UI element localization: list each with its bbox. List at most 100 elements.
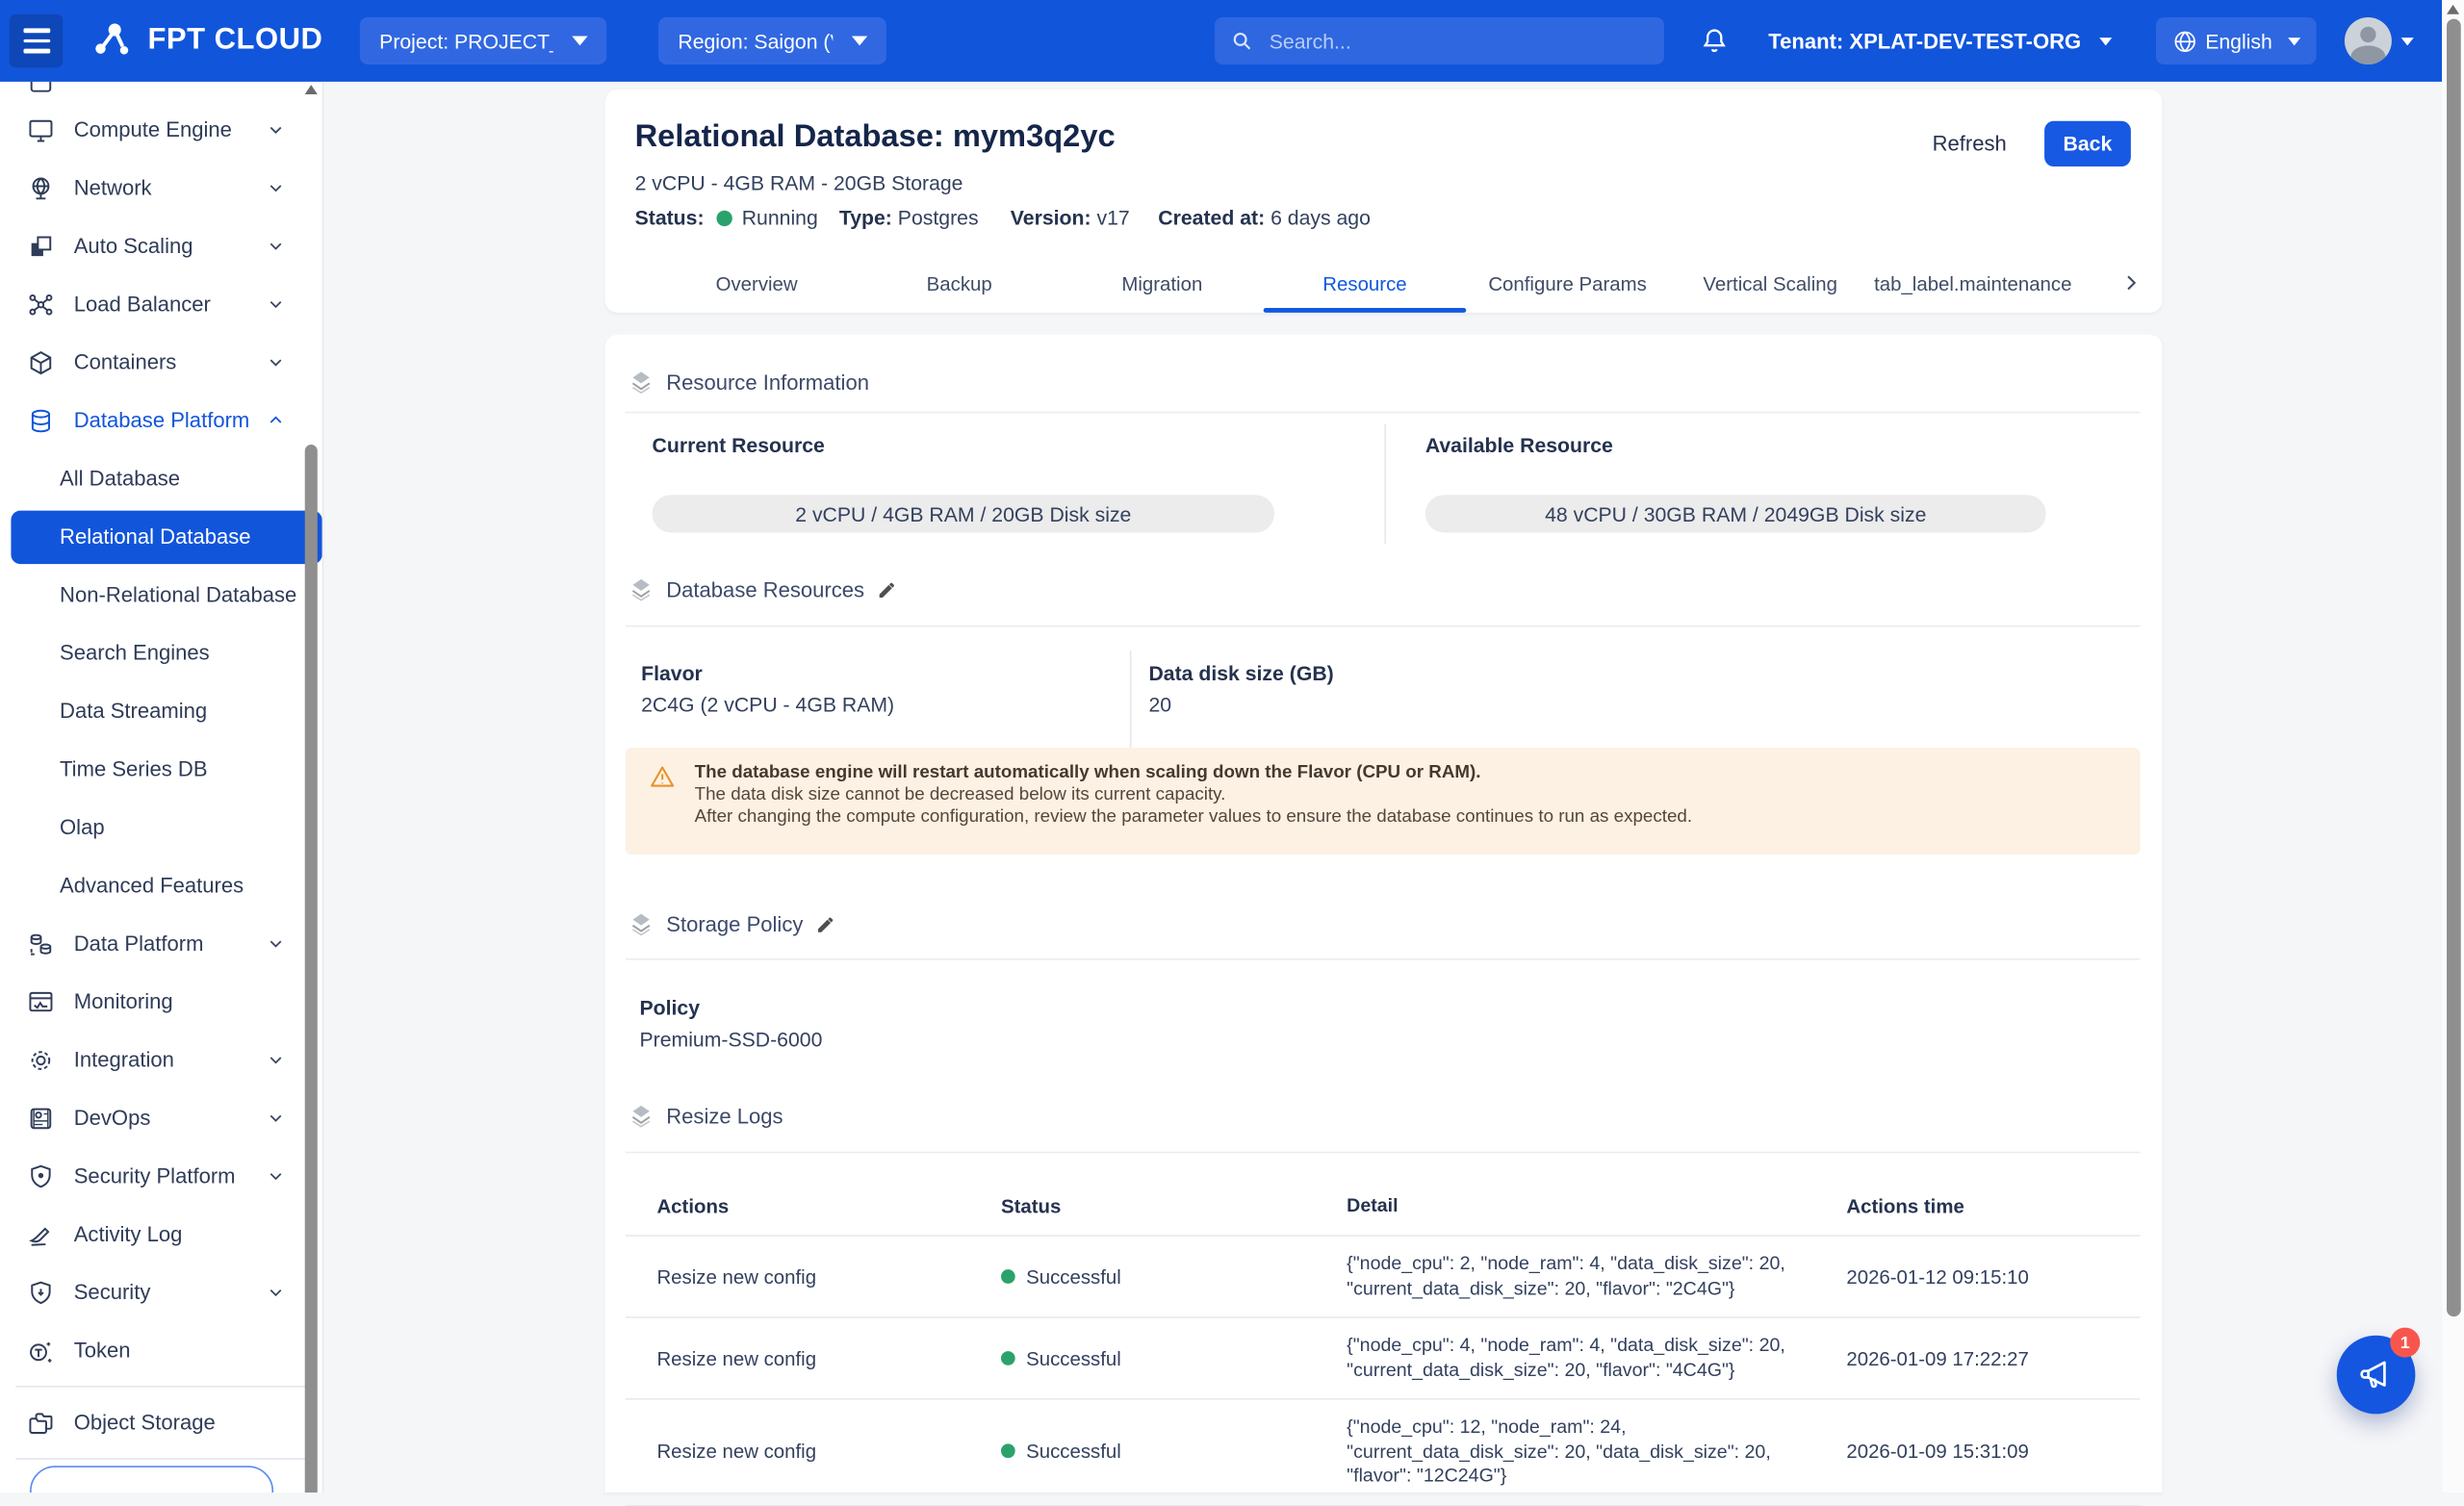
activity-log-pen-icon	[27, 1220, 55, 1248]
cell-status: Successful	[969, 1347, 1315, 1369]
sidebar-item-integration[interactable]: Integration	[0, 1031, 322, 1088]
sidebar-item-relational-database[interactable]: Relational Database	[0, 507, 322, 565]
resize-logs-table: Actions Status Detail Actions time Resiz…	[626, 1177, 2141, 1506]
sidebar-item-label: Network	[74, 176, 152, 199]
containers-box-icon	[27, 348, 55, 376]
chevron-down-icon	[268, 1110, 285, 1127]
status-dot	[1001, 1444, 1015, 1459]
megaphone-icon	[2355, 1354, 2396, 1394]
page-scrollbar[interactable]	[2442, 0, 2464, 1493]
disk-size-label: Data disk size (GB)	[1148, 661, 1333, 684]
sidebar-item-database-platform[interactable]: Database Platform	[0, 392, 322, 449]
sidebar-scrollbar-thumb[interactable]	[305, 445, 318, 1493]
language-dropdown-value: English	[2205, 29, 2272, 52]
announcements-fab[interactable]: 1	[2337, 1336, 2416, 1415]
cell-action: Resize new config	[626, 1265, 970, 1288]
shield-arrow-icon	[27, 1278, 55, 1306]
database-resources-heading: Database Resources	[629, 576, 897, 601]
tab-configure-params[interactable]: Configure Params	[1466, 256, 1669, 313]
back-button[interactable]: Back	[2044, 121, 2131, 166]
layers-icon	[629, 576, 654, 601]
refresh-button[interactable]: Refresh	[1933, 132, 2007, 155]
sidebar-item-all-database[interactable]: All Database	[0, 449, 322, 507]
tab-vertical-scaling[interactable]: Vertical Scaling	[1669, 256, 1872, 313]
sidebar-item-containers[interactable]: Containers	[0, 333, 322, 391]
auto-scaling-icon	[27, 232, 55, 260]
sidebar-item-label: Database Platform	[74, 408, 250, 431]
brand-logo[interactable]: FPT CLOUD	[88, 17, 322, 64]
sidebar-item-activity-log[interactable]: Activity Log	[0, 1205, 322, 1263]
chevron-down-icon	[268, 295, 285, 313]
tab-backup[interactable]: Backup	[858, 256, 1061, 313]
user-menu[interactable]	[2345, 17, 2414, 64]
search-input[interactable]	[1267, 28, 1650, 55]
project-dropdown[interactable]: Project: PROJECT_XPL...	[361, 17, 607, 64]
available-resource-value: 48 vCPU / 30GB RAM / 2049GB Disk size	[1425, 495, 2046, 532]
tab-resource[interactable]: Resource	[1264, 256, 1467, 313]
sidebar-item-devops[interactable]: DevOps	[0, 1088, 322, 1146]
section-title: Resize Logs	[666, 1104, 783, 1127]
avatar	[2345, 17, 2392, 64]
sidebar-item-security-platform[interactable]: Security Platform	[0, 1147, 322, 1205]
policy-label: Policy	[639, 996, 822, 1019]
sidebar-item-advanced-features[interactable]: Advanced Features	[0, 856, 322, 914]
chevron-down-icon	[573, 37, 588, 46]
storage-policy-heading: Storage Policy	[629, 911, 836, 936]
layers-icon	[629, 1103, 654, 1128]
sidebar-bottom-button[interactable]	[30, 1466, 273, 1493]
flavor-block: Flavor 2C4G (2 vCPU - 4GB RAM)	[641, 661, 894, 716]
region-dropdown[interactable]: Region: Saigon (Vietn...	[659, 17, 887, 64]
table-row: Resize new config Successful {"node_cpu"…	[626, 1237, 2141, 1318]
cell-status: Successful	[969, 1442, 1315, 1464]
scroll-up-arrow-icon[interactable]	[2447, 5, 2459, 14]
meta-row: Status:Running Type: Postgres Version: v…	[635, 206, 1371, 229]
sidebar-item-data-streaming[interactable]: Data Streaming	[0, 682, 322, 740]
chevron-up-icon	[268, 412, 285, 429]
resource-content-card: Resource Information Current Resource 2 …	[605, 335, 2163, 1493]
section-divider	[626, 625, 2141, 627]
sidebar-item-load-balancer[interactable]: Load Balancer	[0, 275, 322, 333]
edit-pencil-icon[interactable]	[815, 913, 835, 933]
scroll-up-arrow-icon[interactable]	[305, 85, 318, 94]
sidebar-item-security[interactable]: Security	[0, 1264, 322, 1321]
notification-bell-icon[interactable]	[1699, 23, 1731, 58]
sidebar-item-monitoring[interactable]: Monitoring	[0, 973, 322, 1031]
fpt-cloud-logo-icon	[88, 17, 135, 64]
sidebar-item-label: Monitoring	[74, 990, 173, 1013]
cell-detail: {"node_cpu": 2, "node_ram": 4, "data_dis…	[1316, 1237, 1822, 1316]
version-value: v17	[1096, 206, 1129, 229]
warning-banner: The database engine will restart automat…	[626, 748, 2141, 855]
hamburger-menu-icon[interactable]	[10, 14, 64, 68]
devops-icon	[27, 1104, 55, 1132]
tab-maintenance[interactable]: tab_label.maintenance	[1871, 256, 2074, 313]
language-dropdown[interactable]: English	[2157, 17, 2317, 64]
sidebar-item-time-series-db[interactable]: Time Series DB	[0, 740, 322, 798]
sidebar-item-non-relational-database[interactable]: Non-Relational Database	[0, 566, 322, 624]
section-title: Storage Policy	[666, 912, 803, 935]
sidebar-item-network[interactable]: Network	[0, 159, 322, 217]
page-scrollbar-thumb[interactable]	[2446, 19, 2460, 1317]
sidebar-item-compute-engine[interactable]: Compute Engine	[0, 100, 322, 158]
chevron-down-icon	[268, 1284, 285, 1301]
sidebar-item-object-storage[interactable]: Object Storage	[0, 1393, 322, 1451]
current-resource-label: Current Resource	[653, 434, 1275, 457]
tab-migration[interactable]: Migration	[1061, 256, 1264, 313]
sidebar-divider	[15, 1458, 306, 1460]
sidebar-item-token[interactable]: Token	[0, 1321, 322, 1379]
page-subtitle: 2 vCPU - 4GB RAM - 20GB Storage	[635, 171, 963, 194]
header-actions: Refresh Back	[1933, 121, 2131, 166]
version-field: Version: v17	[1011, 206, 1158, 229]
current-resource-value: 2 vCPU / 4GB RAM / 20GB Disk size	[653, 495, 1275, 532]
tabs-more-chevron-right-icon[interactable]	[2119, 266, 2142, 300]
sidebar-item-auto-scaling[interactable]: Auto Scaling	[0, 217, 322, 274]
tab-label: Configure Params	[1488, 273, 1646, 295]
sidebar-item-search-engines[interactable]: Search Engines	[0, 624, 322, 681]
tab-overview[interactable]: Overview	[655, 256, 859, 313]
tenant-dropdown[interactable]: Tenant: XPLAT-DEV-TEST-ORG	[1768, 29, 2113, 52]
status-text: Successful	[1026, 1442, 1121, 1464]
sidebar-item-olap[interactable]: Olap	[0, 798, 322, 855]
edit-pencil-icon[interactable]	[877, 579, 897, 600]
section-divider	[626, 1152, 2141, 1154]
available-resource-label: Available Resource	[1425, 434, 2046, 457]
sidebar-item-data-platform[interactable]: Data Platform	[0, 914, 322, 972]
